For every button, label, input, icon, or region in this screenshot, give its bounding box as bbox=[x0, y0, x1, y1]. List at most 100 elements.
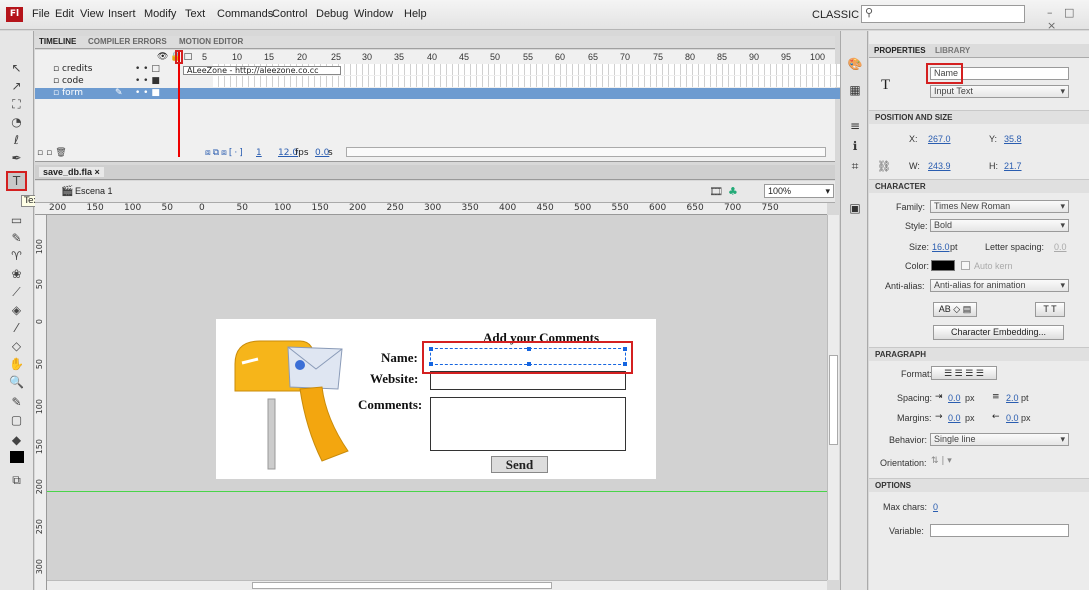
components-icon[interactable]: ▣ bbox=[847, 201, 863, 215]
stroke-color-icon[interactable]: ✎ bbox=[8, 395, 25, 410]
character-embedding-button[interactable]: Character Embedding... bbox=[933, 325, 1064, 340]
menu-text[interactable]: Text bbox=[185, 8, 205, 20]
layer-frames[interactable] bbox=[213, 76, 863, 87]
section-options[interactable]: OPTIONS bbox=[869, 478, 1089, 492]
tab-timeline[interactable]: TIMELINE bbox=[39, 37, 76, 46]
right-margin-value[interactable]: 0.0 bbox=[1006, 413, 1019, 423]
orientation-icon[interactable]: ⇅ | ▾ bbox=[931, 456, 952, 466]
3d-rotation-tool-icon[interactable]: ◔ bbox=[8, 115, 25, 130]
layer-row[interactable]: ▫ code • • ■ bbox=[35, 76, 180, 87]
zoom-tool-icon[interactable]: 🔍 bbox=[8, 375, 25, 390]
comments-textarea[interactable] bbox=[430, 397, 626, 451]
scroll-thumb[interactable] bbox=[829, 355, 838, 445]
pencil-tool-icon[interactable]: ✎ bbox=[8, 231, 25, 246]
menu-modify[interactable]: Modify bbox=[144, 8, 176, 20]
left-margin-value[interactable]: 0.0 bbox=[948, 413, 961, 423]
lasso-tool-icon[interactable]: ℓ bbox=[8, 133, 25, 148]
section-paragraph[interactable]: PARAGRAPH bbox=[869, 347, 1089, 361]
current-frame[interactable]: 1 bbox=[256, 148, 262, 158]
auto-kern-checkbox[interactable] bbox=[961, 261, 970, 270]
edit-scene-icon[interactable]: 🎞 bbox=[709, 185, 723, 198]
y-value[interactable]: 35.8 bbox=[1004, 134, 1022, 144]
font-size-value[interactable]: 16.0 bbox=[932, 242, 950, 252]
letter-spacing-value[interactable]: 0.0 bbox=[1054, 242, 1067, 252]
swap-colors-icon[interactable]: ▢ bbox=[8, 413, 25, 428]
fill-color-icon[interactable]: ◆ bbox=[8, 433, 25, 448]
zoom-select[interactable]: 100% ▾ bbox=[764, 184, 834, 198]
w-value[interactable]: 243.9 bbox=[928, 161, 951, 171]
menu-insert[interactable]: Insert bbox=[108, 8, 136, 20]
document-tab[interactable]: save_db.fla × bbox=[39, 167, 104, 177]
text-type-select[interactable]: Input Text bbox=[930, 85, 1069, 98]
menu-edit[interactable]: Edit bbox=[55, 8, 74, 20]
info-icon[interactable]: ℹ bbox=[847, 139, 863, 153]
swatches-icon[interactable]: ▦ bbox=[847, 83, 863, 97]
brush-tool-icon[interactable]: ♈ bbox=[8, 249, 25, 264]
edit-symbol-icon[interactable]: ♣ bbox=[728, 185, 738, 198]
text-format-buttons[interactable]: AB ◇ ▤ bbox=[933, 302, 977, 317]
menu-view[interactable]: View bbox=[80, 8, 104, 20]
tab-motion-editor[interactable]: MOTION EDITOR bbox=[179, 37, 243, 46]
indent-value[interactable]: 0.0 bbox=[948, 393, 961, 403]
color-panel-icon[interactable]: 🎨 bbox=[847, 57, 863, 71]
timeline-scrollbar[interactable] bbox=[346, 147, 826, 157]
text-tool-icon[interactable]: T bbox=[6, 171, 27, 191]
menu-debug[interactable]: Debug bbox=[316, 8, 348, 20]
onion-skin-icons[interactable]: ⧈⧉⧈[·] bbox=[205, 148, 245, 158]
tab-properties[interactable]: PROPERTIES bbox=[874, 46, 926, 55]
scene-name[interactable]: Escena 1 bbox=[75, 186, 113, 196]
frame-label[interactable]: ALeeZone - http://aleezone.co.cc bbox=[183, 66, 341, 75]
layer-buttons[interactable]: ▫▫🗑 bbox=[37, 148, 70, 158]
menu-help[interactable]: Help bbox=[404, 8, 427, 20]
font-style-select[interactable]: Bold bbox=[930, 219, 1069, 232]
snap-icon[interactable]: ⧉ bbox=[8, 473, 25, 488]
layer-row[interactable]: ▫ credits • • □ bbox=[35, 64, 180, 75]
text-color-swatch[interactable] bbox=[931, 260, 955, 271]
tab-compiler-errors[interactable]: COMPILER ERRORS bbox=[88, 37, 167, 46]
subselection-tool-icon[interactable]: ↗ bbox=[8, 79, 25, 94]
window-controls[interactable]: – □ × bbox=[1047, 6, 1089, 32]
deco-tool-icon[interactable]: ❀ bbox=[8, 267, 25, 282]
layer-visibility-dots[interactable]: • • □ bbox=[135, 64, 160, 75]
h-value[interactable]: 21.7 bbox=[1004, 161, 1022, 171]
layer-row-selected[interactable]: ▫ form ✎ • • ■ bbox=[35, 88, 865, 99]
lock-ratio-icon[interactable]: ⛓ bbox=[877, 160, 891, 173]
section-character[interactable]: CHARACTER bbox=[869, 179, 1089, 193]
workspace-switcher[interactable]: CLASSIC ▾ bbox=[812, 8, 868, 21]
selection-tool-icon[interactable]: ↖ bbox=[8, 61, 25, 76]
send-button[interactable]: Send bbox=[491, 456, 548, 473]
bone-tool-icon[interactable]: ⟋ bbox=[8, 285, 25, 300]
align-buttons[interactable]: ☰ ☰ ☰ ☰ bbox=[931, 366, 997, 380]
tab-library[interactable]: LIBRARY bbox=[935, 46, 970, 55]
menu-file[interactable]: File bbox=[32, 8, 50, 20]
playhead[interactable] bbox=[178, 52, 180, 157]
line-spacing-value[interactable]: 2.0 bbox=[1006, 393, 1019, 403]
superscript-subscript-buttons[interactable]: T T bbox=[1035, 302, 1065, 317]
pen-tool-icon[interactable]: ✒ bbox=[8, 151, 25, 166]
transform-icon[interactable]: ⌗ bbox=[847, 159, 863, 173]
help-search-input[interactable]: ⚲ bbox=[861, 5, 1025, 23]
align-icon[interactable]: ≡ bbox=[847, 119, 863, 133]
hand-tool-icon[interactable]: ✋ bbox=[8, 357, 25, 372]
layer-visibility-dots[interactable]: • • ■ bbox=[135, 88, 160, 99]
stage-horizontal-scrollbar[interactable] bbox=[47, 580, 827, 590]
fill-swatch[interactable] bbox=[10, 451, 24, 463]
section-position-size[interactable]: POSITION AND SIZE bbox=[869, 110, 1089, 124]
playhead-handle[interactable] bbox=[175, 50, 183, 64]
variable-input[interactable] bbox=[930, 524, 1069, 537]
antialias-select[interactable]: Anti-alias for animation bbox=[930, 279, 1069, 292]
menu-control[interactable]: Control bbox=[272, 8, 307, 20]
eyedropper-icon[interactable]: ⁄ bbox=[8, 321, 25, 336]
behavior-select[interactable]: Single line bbox=[930, 433, 1069, 446]
stage-vertical-scrollbar[interactable] bbox=[827, 215, 839, 580]
x-value[interactable]: 267.0 bbox=[928, 134, 951, 144]
eraser-icon[interactable]: ◇ bbox=[8, 339, 25, 354]
max-chars-value[interactable]: 0 bbox=[933, 502, 938, 512]
paint-bucket-icon[interactable]: ◈ bbox=[8, 303, 25, 318]
rectangle-tool-icon[interactable]: ▭ bbox=[8, 213, 25, 228]
scroll-thumb[interactable] bbox=[252, 582, 552, 589]
font-family-select[interactable]: Times New Roman bbox=[930, 200, 1069, 213]
menu-window[interactable]: Window bbox=[354, 8, 393, 20]
free-transform-tool-icon[interactable]: ⛶ bbox=[8, 97, 25, 112]
layer-visibility-dots[interactable]: • • ■ bbox=[135, 76, 160, 87]
